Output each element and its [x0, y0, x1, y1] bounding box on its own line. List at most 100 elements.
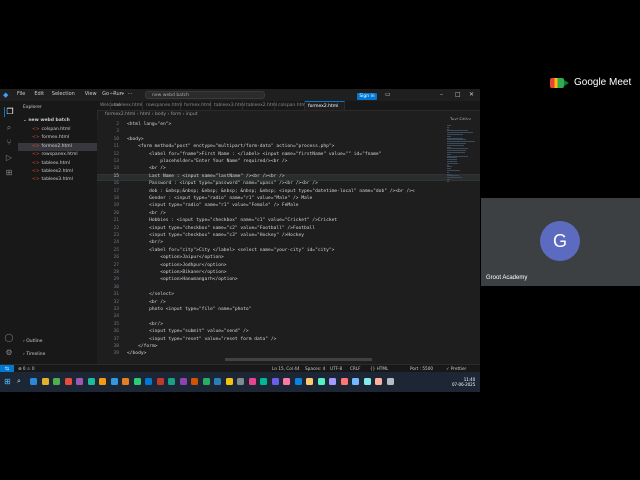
taskbar-app-icon[interactable]: [179, 378, 187, 385]
code-line[interactable]: photo <input type="file" name="photo": [127, 307, 251, 312]
taskbar-app-icon[interactable]: [214, 378, 221, 385]
close-icon[interactable]: ✕: [469, 91, 474, 98]
taskbar-search-icon[interactable]: ⌕: [17, 377, 21, 386]
code-line[interactable]: Gender : <input type="radio" name="r1" v…: [127, 196, 312, 201]
file-item[interactable]: <> tableex2.html: [18, 168, 97, 176]
code-line[interactable]: <form method="post" enctype="multipart/f…: [127, 144, 334, 149]
menu-edit[interactable]: Edit: [34, 91, 44, 97]
indentation-status[interactable]: Spaces: 4: [305, 366, 325, 371]
taskbar-app-icon[interactable]: [156, 378, 164, 385]
code-line[interactable]: <option>Bikaner</option>: [127, 270, 226, 275]
taskbar-app-icon[interactable]: [168, 378, 175, 385]
taskbar-app-icon[interactable]: [340, 378, 348, 385]
encoding-status[interactable]: UTF-8: [330, 366, 342, 371]
taskbar-app-icon[interactable]: [202, 378, 210, 385]
taskbar-app-icon[interactable]: [30, 378, 37, 385]
code-line[interactable]: Last Name : <input name="lastName" /><br…: [127, 174, 285, 179]
account-icon[interactable]: ◯: [4, 333, 14, 343]
menu-more[interactable]: ···: [128, 91, 133, 97]
file-item[interactable]: <> tableex.html: [18, 160, 97, 168]
code-line[interactable]: Password : <input type="password" name="…: [127, 181, 318, 186]
minimize-icon[interactable]: –: [440, 91, 443, 98]
taskbar-app-icon[interactable]: [329, 378, 336, 385]
code-line[interactable]: Hobbies : <input type="checkbox" name="c…: [127, 218, 337, 223]
file-item[interactable]: <> formex2.html: [18, 142, 97, 151]
taskbar-app-icon[interactable]: [352, 378, 359, 385]
taskbar-app-icon[interactable]: [294, 378, 302, 385]
menu-view[interactable]: View: [85, 91, 97, 97]
tab-tableex-html[interactable]: tableex.html: [111, 101, 143, 110]
sign-in-button[interactable]: Sign in: [357, 93, 377, 100]
code-line[interactable]: <input type="reset" value="reset form da…: [127, 337, 276, 342]
maximize-icon[interactable]: □: [455, 91, 461, 98]
tab-formex-html[interactable]: formex.html: [181, 101, 212, 110]
code-line[interactable]: <body>: [127, 137, 144, 142]
code-line[interactable]: </body>: [127, 351, 146, 356]
tab-tableex3-html[interactable]: tableex3.html: [211, 101, 245, 110]
taskbar-app-icon[interactable]: [225, 378, 233, 385]
system-clock[interactable]: 11:40 07-06-2025: [452, 377, 475, 387]
code-line[interactable]: <br/>: [127, 240, 163, 245]
tab-colspan-html[interactable]: colspan.html: [275, 101, 307, 110]
source-control-icon[interactable]: ⑂: [4, 138, 14, 148]
taskbar-app-icon[interactable]: [260, 378, 267, 385]
menu-go[interactable]: Go: [102, 91, 109, 97]
tab-rowspanex-html[interactable]: rowspanex.html: [143, 101, 182, 110]
file-item[interactable]: <> colspan.html: [18, 126, 97, 134]
code-line[interactable]: </form>: [127, 344, 157, 349]
back-arrow-icon[interactable]: ←: [110, 91, 114, 97]
menu-selection[interactable]: Selection: [52, 91, 75, 97]
code-line[interactable]: <input type="checkbox" name="c2" value="…: [127, 226, 315, 231]
taskbar-app-icon[interactable]: [317, 378, 325, 385]
horizontal-scrollbar[interactable]: [225, 358, 372, 361]
taskbar-app-icon[interactable]: [145, 378, 152, 385]
code-line[interactable]: placeholder="Enter Your Name" required/>…: [127, 159, 287, 164]
cursor-position[interactable]: Ln 15, Col 44: [272, 366, 300, 371]
taskbar-app-icon[interactable]: [248, 378, 256, 385]
file-item[interactable]: <> tableex3.html: [18, 176, 97, 184]
taskbar-app-icon[interactable]: [76, 378, 83, 385]
outline-section[interactable]: › Outline: [23, 339, 43, 344]
windows-start-icon[interactable]: ⊞: [4, 377, 11, 386]
code-line[interactable]: <input type="checkbox" name="c3" value="…: [127, 233, 304, 238]
taskbar-app-icon[interactable]: [191, 378, 198, 385]
code-line[interactable]: <br />: [127, 166, 166, 171]
forward-arrow-icon[interactable]: →: [120, 91, 124, 97]
timeline-section[interactable]: › Timeline: [23, 352, 45, 357]
code-line[interactable]: <br />: [127, 211, 166, 216]
taskbar-app-icon[interactable]: [99, 378, 106, 385]
prettier-status[interactable]: ✓ Prettier: [446, 366, 466, 371]
code-line[interactable]: <br/>: [127, 322, 163, 327]
taskbar-app-icon[interactable]: [375, 378, 382, 385]
taskbar-app-icon[interactable]: [271, 378, 279, 385]
language-mode[interactable]: {} HTML: [370, 366, 388, 371]
taskbar-app-icon[interactable]: [283, 378, 290, 385]
command-center-search[interactable]: new webd batch: [145, 91, 265, 99]
taskbar-app-icon[interactable]: [53, 378, 60, 385]
code-line[interactable]: <option>Jaipur</option>: [127, 255, 224, 260]
file-item[interactable]: <> rowspanex.html: [18, 151, 97, 159]
taskbar-app-icon[interactable]: [237, 378, 244, 385]
taskbar-app-icon[interactable]: [122, 378, 129, 385]
code-editor[interactable]: 2 <html lang="en"> 3 10 <body> 11 <form metho…: [97, 120, 480, 364]
tab-formex2-html[interactable]: formex2.html: [305, 101, 345, 110]
minimap[interactable]: [447, 125, 475, 185]
search-icon[interactable]: ⌕: [4, 123, 14, 133]
problems-status[interactable]: ⊗ 0 ⚠ 0: [18, 366, 35, 371]
eol-status[interactable]: CRLF: [350, 366, 361, 371]
code-line[interactable]: <br />: [127, 300, 166, 305]
tab-welcome[interactable]: Welcome: [97, 101, 121, 110]
tab-tableex2-html[interactable]: tableex2.html: [243, 101, 277, 110]
code-line[interactable]: <input type="submit" value="send" />: [127, 329, 249, 334]
code-line[interactable]: dob : &nbsp;&nbsp; &nbsp; &nbsp; &nbsp; …: [127, 189, 415, 194]
taskbar-app-icon[interactable]: [41, 378, 49, 385]
taskbar-app-icon[interactable]: [386, 378, 394, 385]
explorer-icon[interactable]: ❐: [4, 107, 15, 117]
layout-icon[interactable]: ▭: [385, 91, 391, 98]
code-line[interactable]: <input type="radio" name="r1" value="Fem…: [127, 203, 298, 208]
file-item[interactable]: <> formex.html: [18, 134, 97, 142]
menu-file[interactable]: File: [17, 91, 25, 97]
taskbar-app-icon[interactable]: [363, 378, 371, 385]
taskbar-app-icon[interactable]: [133, 378, 141, 385]
extensions-icon[interactable]: ⊞: [4, 168, 14, 178]
